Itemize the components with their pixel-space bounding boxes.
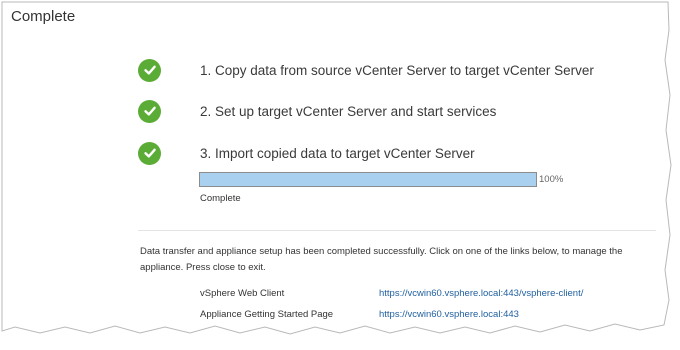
check-icon bbox=[138, 58, 161, 82]
step-import-data: 3. Import copied data to target vCenter … bbox=[138, 140, 475, 166]
page-title: Complete bbox=[11, 8, 76, 25]
progress-status: Complete bbox=[200, 193, 241, 204]
getting-started-link[interactable]: https://vcwin60.vsphere.local:443 bbox=[379, 309, 519, 320]
completion-dialog: Complete 1. Copy data from source vCente… bbox=[0, 0, 680, 350]
getting-started-label: Appliance Getting Started Page bbox=[200, 309, 334, 320]
progress-bar bbox=[199, 172, 537, 187]
step-copy-data: 1. Copy data from source vCenter Server … bbox=[138, 57, 594, 83]
progress-fill bbox=[200, 173, 536, 186]
step-label: 2. Set up target vCenter Server and star… bbox=[200, 103, 497, 119]
divider bbox=[138, 230, 656, 231]
web-client-label: vSphere Web Client bbox=[200, 288, 285, 299]
step-setup-services: 2. Set up target vCenter Server and star… bbox=[138, 98, 496, 124]
step-label: 3. Import copied data to target vCenter … bbox=[200, 145, 475, 161]
step-label: 1. Copy data from source vCenter Server … bbox=[200, 62, 594, 78]
web-client-link[interactable]: https://vcwin60.vsphere.local:443/vspher… bbox=[379, 288, 583, 299]
check-icon bbox=[138, 99, 161, 123]
completion-message: Data transfer and appliance setup has be… bbox=[140, 246, 623, 273]
progress-percent: 100% bbox=[539, 174, 564, 185]
check-icon bbox=[138, 141, 161, 165]
